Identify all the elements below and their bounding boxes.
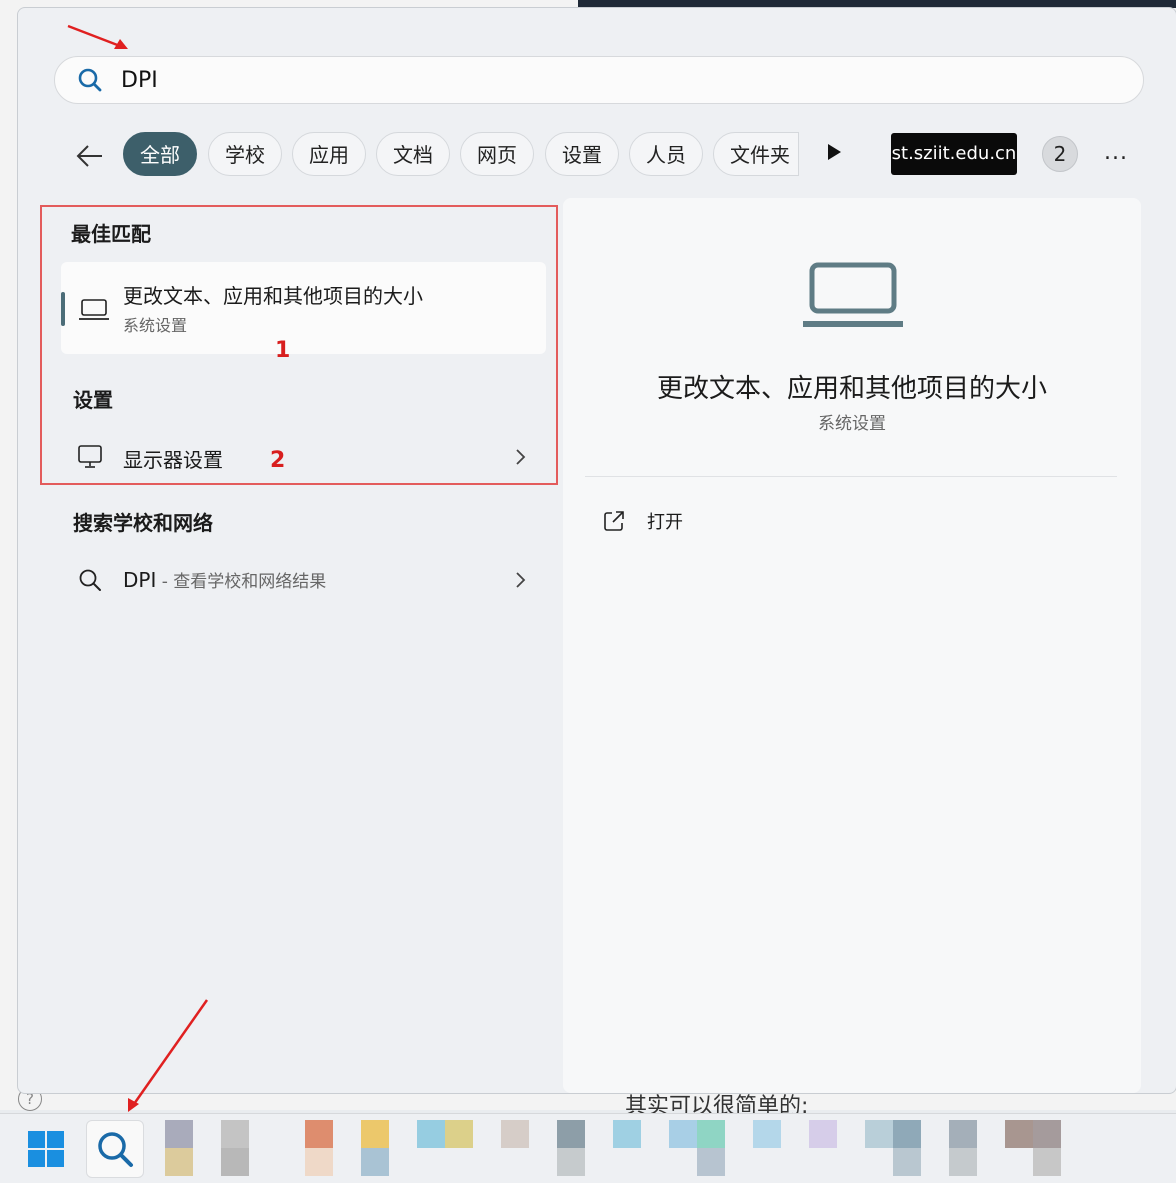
- search-icon: [77, 567, 103, 597]
- taskbar-apps-blurred: [165, 1120, 1065, 1176]
- blurred-app-icon[interactable]: [445, 1120, 473, 1148]
- blurred-app-icon[interactable]: [697, 1148, 725, 1176]
- search-icon: [96, 1130, 134, 1172]
- blurred-app-icon[interactable]: [557, 1120, 585, 1148]
- account-count-badge[interactable]: 2: [1042, 136, 1078, 172]
- blurred-app-icon[interactable]: [221, 1120, 249, 1148]
- search-input[interactable]: [119, 63, 1083, 97]
- best-match-result[interactable]: 更改文本、应用和其他项目的大小 系统设置: [61, 262, 546, 354]
- filter-chip-folders[interactable]: 文件夹: [713, 132, 799, 176]
- blurred-app-icon[interactable]: [1005, 1120, 1033, 1148]
- filter-chip-documents[interactable]: 文档: [376, 132, 450, 176]
- settings-result-label: 显示器设置: [123, 448, 223, 472]
- best-match-subtitle: 系统设置: [123, 316, 188, 335]
- annotation-mark-1: 1: [275, 338, 291, 363]
- windows-start-icon[interactable]: [28, 1131, 64, 1167]
- filter-chip-apps[interactable]: 应用: [292, 132, 366, 176]
- filter-chip-school[interactable]: 学校: [208, 132, 282, 176]
- blurred-app-icon[interactable]: [165, 1148, 193, 1176]
- filter-chip-settings[interactable]: 设置: [545, 132, 619, 176]
- taskbar-search-button[interactable]: [86, 1120, 144, 1178]
- blurred-app-icon[interactable]: [865, 1120, 893, 1148]
- settings-result-display[interactable]: 显示器设置: [61, 434, 546, 480]
- laptop-icon: [803, 262, 903, 336]
- web-search-label: DPI - 查看学校和网络结果: [123, 567, 326, 592]
- search-icon: [77, 67, 103, 97]
- best-match-title: 更改文本、应用和其他项目的大小: [123, 284, 423, 308]
- filter-chip-web[interactable]: 网页: [460, 132, 534, 176]
- back-arrow-icon[interactable]: [74, 140, 106, 172]
- blurred-app-icon[interactable]: [557, 1148, 585, 1176]
- blurred-app-icon[interactable]: [893, 1148, 921, 1176]
- chevron-right-icon: [514, 448, 526, 470]
- preview-title: 更改文本、应用和其他项目的大小: [656, 374, 1047, 404]
- results-list: 最佳匹配 更改文本、应用和其他项目的大小 系统设置 1 设置 显示器设置 2 搜…: [18, 198, 563, 1093]
- taskbar: [0, 1113, 1176, 1183]
- open-label: 打开: [647, 512, 683, 533]
- chevron-right-icon: [514, 571, 526, 593]
- blurred-app-icon[interactable]: [1033, 1148, 1061, 1176]
- blurred-app-icon[interactable]: [305, 1148, 333, 1176]
- blurred-app-icon[interactable]: [893, 1120, 921, 1148]
- blurred-app-icon[interactable]: [361, 1120, 389, 1148]
- more-options-button[interactable]: ...: [1104, 140, 1128, 165]
- blurred-app-icon[interactable]: [165, 1120, 193, 1148]
- selection-indicator: [61, 292, 65, 326]
- blurred-app-icon[interactable]: [221, 1148, 249, 1176]
- blurred-app-icon[interactable]: [949, 1148, 977, 1176]
- blurred-app-icon[interactable]: [361, 1148, 389, 1176]
- annotation-mark-2: 2: [270, 448, 286, 473]
- laptop-icon: [79, 298, 109, 326]
- preview-pane: 更改文本、应用和其他项目的大小 系统设置 打开: [563, 198, 1141, 1093]
- blurred-app-icon[interactable]: [949, 1120, 977, 1148]
- filter-bar: 全部 学校 应用 文档 网页 设置 人员 文件夹 st.sziit.edu.cn…: [18, 132, 1176, 182]
- blurred-app-icon[interactable]: [669, 1120, 697, 1148]
- blurred-app-icon[interactable]: [1033, 1120, 1061, 1148]
- blurred-app-icon[interactable]: [753, 1120, 781, 1148]
- monitor-icon: [77, 444, 103, 474]
- open-button[interactable]: 打开: [603, 504, 903, 540]
- section-search-web: 搜索学校和网络: [73, 511, 213, 535]
- web-search-suffix: - 查看学校和网络结果: [156, 572, 327, 592]
- preview-subtitle: 系统设置: [818, 414, 886, 434]
- blurred-app-icon[interactable]: [613, 1120, 641, 1148]
- blurred-app-icon[interactable]: [305, 1120, 333, 1148]
- filter-chip-people[interactable]: 人员: [629, 132, 703, 176]
- search-box[interactable]: [54, 56, 1144, 104]
- blurred-app-icon[interactable]: [501, 1120, 529, 1148]
- preview-divider: [585, 476, 1117, 477]
- scroll-right-icon[interactable]: [828, 144, 841, 160]
- search-panel: 全部 学校 应用 文档 网页 设置 人员 文件夹 st.sziit.edu.cn…: [17, 7, 1176, 1094]
- web-search-query: DPI: [123, 568, 157, 592]
- web-search-result[interactable]: DPI - 查看学校和网络结果: [61, 557, 546, 603]
- open-external-icon: [603, 510, 625, 536]
- filter-chip-all[interactable]: 全部: [123, 132, 197, 176]
- blurred-app-icon[interactable]: [809, 1120, 837, 1148]
- section-settings: 设置: [73, 388, 113, 412]
- organization-badge[interactable]: st.sziit.edu.cn: [891, 133, 1017, 175]
- section-best-match: 最佳匹配: [71, 222, 151, 246]
- blurred-app-icon[interactable]: [697, 1120, 725, 1148]
- blurred-app-icon[interactable]: [417, 1120, 445, 1148]
